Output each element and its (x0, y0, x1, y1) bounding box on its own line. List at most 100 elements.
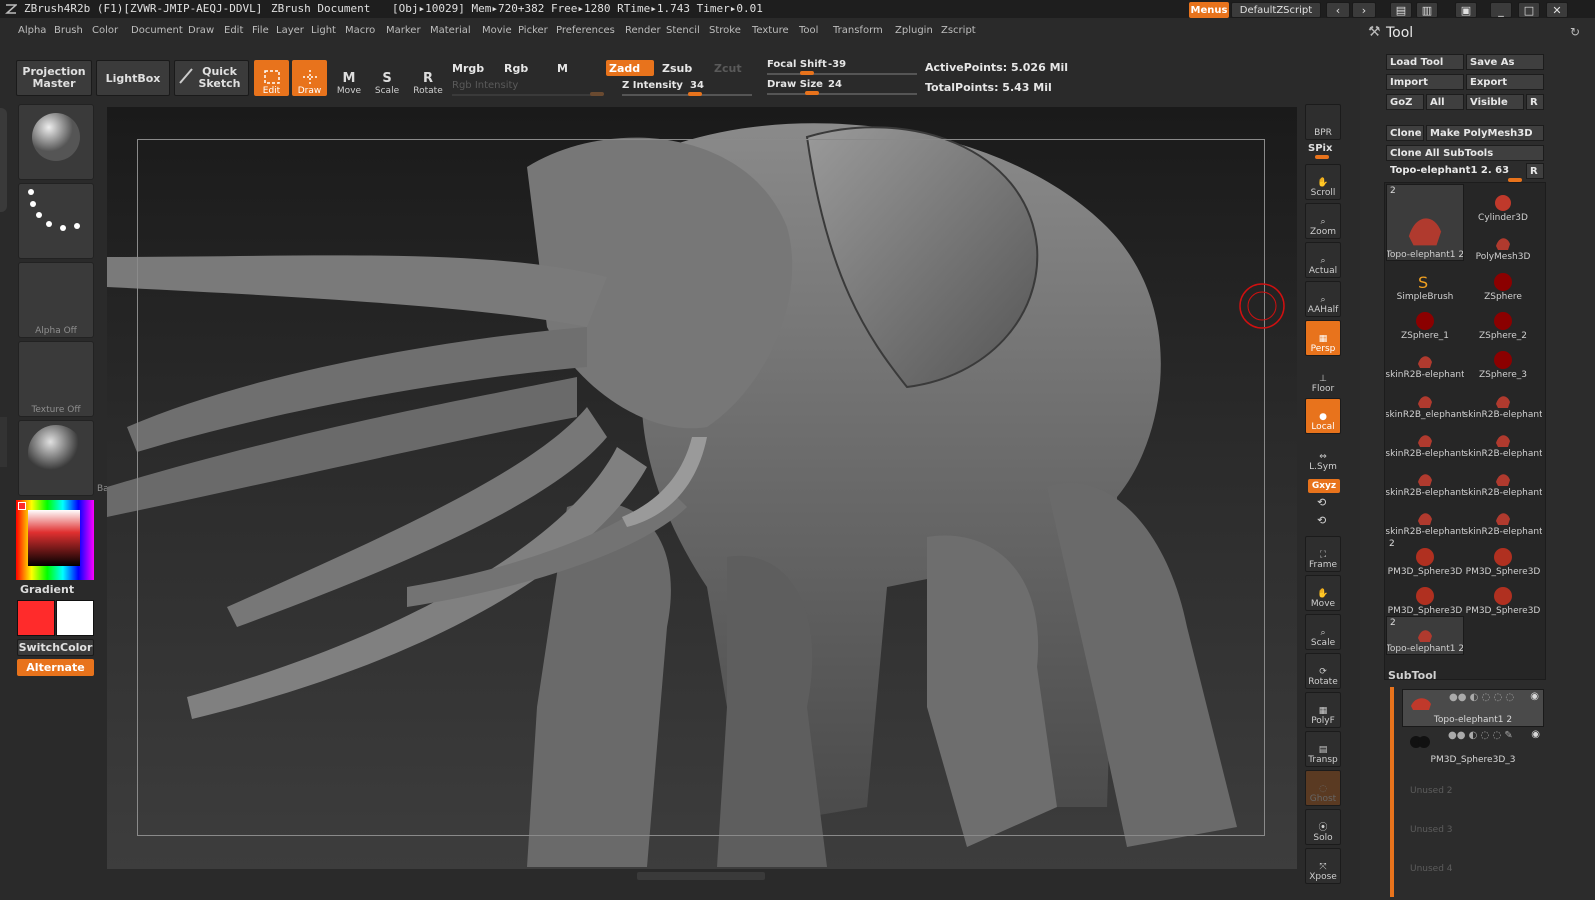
menu-stroke[interactable]: Stroke (709, 25, 741, 36)
m-button[interactable]: M (557, 62, 568, 75)
left-tray-collapse[interactable] (0, 417, 7, 467)
load-tool-button[interactable]: Load Tool (1386, 54, 1464, 70)
tool-item[interactable]: ZSphere (1464, 263, 1542, 302)
xyz-button[interactable]: Gxyz (1308, 479, 1340, 493)
tool-item[interactable]: PM3D_Sphere3D (1386, 577, 1464, 616)
z-intensity-knob[interactable] (688, 92, 702, 96)
subtool-row-1[interactable]: ●● ◐ ◌ ◌ ◌ ◉ Topo-elephant1 2 (1402, 689, 1544, 727)
draw-size-slider[interactable] (767, 93, 917, 95)
tool-item[interactable]: skinR2B_elephant (1386, 381, 1464, 420)
menu-stencil[interactable]: Stencil (666, 25, 700, 36)
polyf-button[interactable]: ▦ PolyF (1305, 692, 1341, 728)
subtool-1-eye-icon[interactable]: ◉ (1530, 691, 1539, 702)
subtool-row-2[interactable]: ●● ◐ ◌ ◌ ✎ ◉ PM3D_Sphere3D_3 (1402, 728, 1544, 766)
material-selector[interactable]: BasicMaterial2 (18, 420, 163, 496)
rgb-button[interactable]: Rgb (504, 62, 528, 75)
visible-button[interactable]: Visible (1466, 94, 1524, 110)
tool-item[interactable]: skinR2B-elephant (1386, 498, 1464, 537)
main-color-swatch[interactable] (17, 600, 55, 636)
document-canvas[interactable] (107, 107, 1297, 869)
spix-label[interactable]: SPix (1308, 143, 1332, 154)
rgb-intensity-slider[interactable] (452, 94, 602, 96)
tool-item[interactable]: ZSphere_2 (1464, 302, 1542, 341)
draw-size-knob[interactable] (805, 91, 819, 95)
menu-material[interactable]: Material (430, 25, 471, 36)
all-button[interactable]: All (1426, 94, 1464, 110)
floor-button[interactable]: ⊥ Floor (1305, 359, 1341, 395)
move-view-button[interactable]: ✋ Move (1305, 575, 1341, 611)
tool-item[interactable]: skinR2B-elephant (1386, 341, 1464, 380)
menus-button[interactable]: Menus (1189, 2, 1229, 18)
focal-shift-knob[interactable] (800, 71, 814, 75)
bpr-button[interactable]: BPR (1305, 104, 1341, 140)
switch-color-button[interactable]: SwitchColor (17, 639, 94, 656)
rotate-y-icon[interactable]: ⟲ (1317, 496, 1326, 509)
left-tray-handle[interactable] (0, 108, 7, 212)
scale-view-button[interactable]: ⌕ Scale (1305, 614, 1341, 650)
menu-document[interactable]: Document (131, 25, 183, 36)
lightbox-button[interactable]: LightBox (96, 60, 170, 96)
tool-item[interactable]: skinR2B-elephant (1464, 381, 1542, 420)
alpha-selector[interactable]: Alpha Off (18, 262, 94, 338)
tool-item[interactable]: PolyMesh3D (1464, 223, 1542, 262)
stroke-selector[interactable]: Dots (18, 183, 140, 259)
tool-item[interactable]: skinR2B-elephant (1386, 420, 1464, 459)
menu-zplugin[interactable]: Zplugin (895, 25, 933, 36)
menu-brush[interactable]: Brush (54, 25, 83, 36)
tool-item[interactable]: ZSphere_1 (1386, 302, 1464, 341)
tool-palette-title[interactable]: Tool (1386, 25, 1413, 41)
menu-transform[interactable]: Transform (833, 25, 883, 36)
move-button[interactable]: M Move (333, 60, 365, 96)
tool-item[interactable]: 2 PM3D_Sphere3D (1386, 538, 1464, 577)
export-button[interactable]: Export (1466, 74, 1544, 90)
rgb-intensity-knob[interactable] (590, 92, 604, 96)
focal-shift-slider[interactable] (767, 73, 917, 75)
tool-item[interactable]: skinR2B-elephant (1464, 498, 1542, 537)
menu-zscript[interactable]: Zscript (941, 25, 976, 36)
menu-preferences[interactable]: Preferences (556, 25, 615, 36)
color-picker-square[interactable] (28, 510, 80, 566)
actual-button[interactable]: ⌕ Actual (1305, 242, 1341, 278)
projection-master-button[interactable]: Projection Master (16, 60, 92, 96)
menu-picker[interactable]: Picker (518, 25, 548, 36)
lock-icon[interactable]: ▣ (1455, 2, 1477, 18)
minimize-icon[interactable]: _ (1490, 2, 1512, 18)
tool-item[interactable]: skinR2B-elephant (1386, 459, 1464, 498)
subtool-scrollbar[interactable] (1390, 687, 1394, 897)
edit-button[interactable]: Edit (254, 60, 289, 96)
tool-item[interactable]: PM3D_Sphere3D (1464, 538, 1542, 577)
default-zscript-button[interactable]: DefaultZScript (1231, 2, 1321, 18)
color-picker[interactable] (16, 500, 94, 580)
goz-button[interactable]: GoZ (1386, 94, 1424, 110)
clone-button[interactable]: Clone (1386, 125, 1424, 141)
menu-alpha[interactable]: Alpha (18, 25, 46, 36)
menu-color[interactable]: Color (92, 25, 118, 36)
current-tool-r-button[interactable]: R (1526, 163, 1544, 179)
tool-item[interactable]: S SimpleBrush (1386, 263, 1464, 302)
layout-alt-icon[interactable]: ▥ (1416, 2, 1438, 18)
menu-render[interactable]: Render (625, 25, 661, 36)
make-polymesh-button[interactable]: Make PolyMesh3D (1426, 125, 1544, 141)
frame-button[interactable]: ⛶ Frame (1305, 536, 1341, 572)
tool-item[interactable]: 2 Topo-elephant1 2 (1386, 616, 1464, 656)
mrgb-button[interactable]: Mrgb (452, 62, 484, 75)
import-button[interactable]: Import (1386, 74, 1464, 90)
ghost-button[interactable]: ◌ Ghost (1305, 770, 1341, 806)
aahalf-button[interactable]: ⌕ AAHalf (1305, 281, 1341, 317)
menu-movie[interactable]: Movie (482, 25, 512, 36)
zcut-button[interactable]: Zcut (714, 62, 742, 75)
menu-layer[interactable]: Layer (276, 25, 304, 36)
zoom-button[interactable]: ⌕ Zoom (1305, 203, 1341, 239)
alternate-button[interactable]: Alternate (17, 659, 94, 676)
close-icon[interactable]: ✕ (1546, 2, 1568, 18)
menu-texture[interactable]: Texture (752, 25, 789, 36)
zsub-button[interactable]: Zsub (662, 62, 692, 75)
subtool-title[interactable]: SubTool (1388, 669, 1437, 682)
scroll-left-icon[interactable]: ‹ (1326, 2, 1350, 18)
menu-light[interactable]: Light (311, 25, 336, 36)
local-button[interactable]: ● Local (1305, 398, 1341, 434)
tool-item[interactable]: skinR2B-elephant (1464, 459, 1542, 498)
scale-button[interactable]: S Scale (371, 60, 403, 96)
solo-button[interactable]: ⦿ Solo (1305, 809, 1341, 845)
menu-macro[interactable]: Macro (345, 25, 375, 36)
